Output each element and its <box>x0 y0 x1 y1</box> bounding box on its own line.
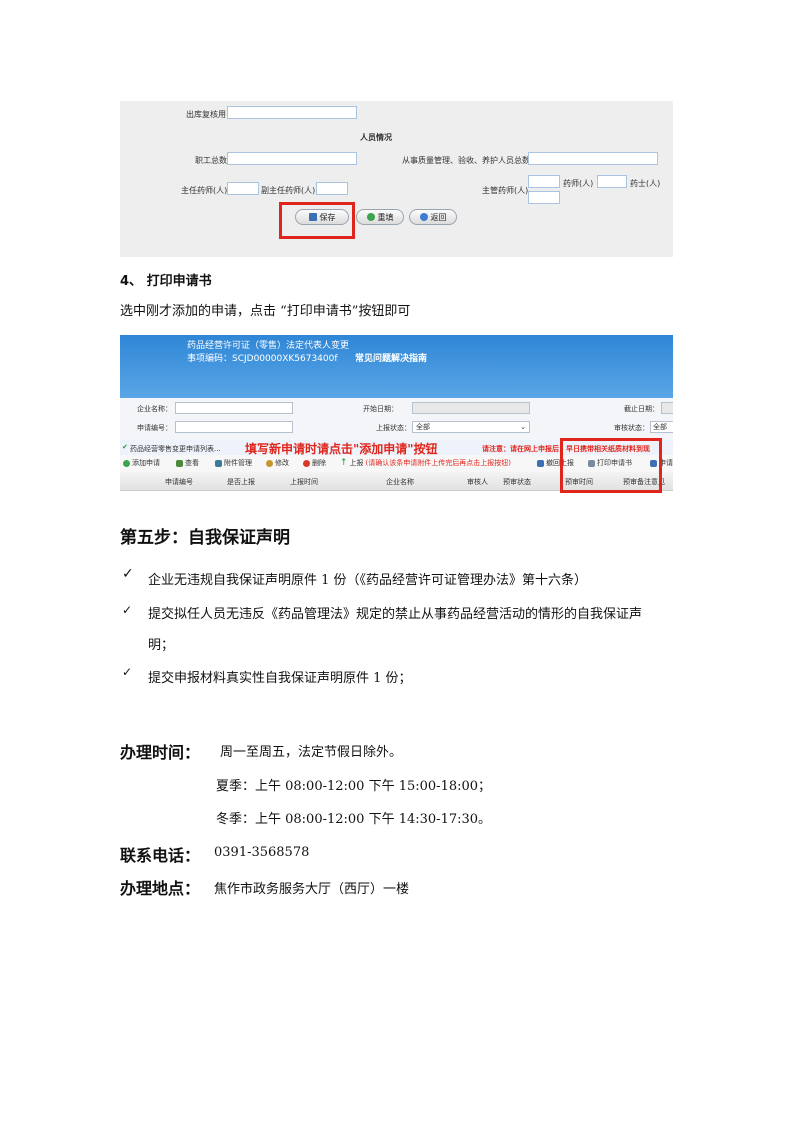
refresh-icon <box>366 213 375 221</box>
outbound-input[interactable] <box>227 106 357 119</box>
declaration-item-2: 提交拟任人员无违反《药品管理法》规定的禁止从事药品经营活动的情形的自我保证声 <box>148 607 643 622</box>
deputy-chief-pharmacist-input[interactable] <box>316 182 348 195</box>
step4-heading: 4、 打印申请书 <box>120 274 212 289</box>
edit-icon <box>266 459 273 467</box>
supervising-pharmacist-label: 主管药师(人) <box>482 186 529 195</box>
list-header-code: 事项编码：SCJD00000XK5673400f <box>187 354 338 364</box>
list-header: 药品经营许可证（零售）法定代表人变更 事项编码：SCJD00000XK56734… <box>120 335 673 398</box>
delete-button[interactable]: 删除 <box>303 458 326 468</box>
refill-button-label: 重填 <box>377 212 394 222</box>
back-arrow-icon <box>419 213 428 221</box>
summer-hours: 夏季：上午 08:00-12:00 下午 15:00-18:00； <box>216 779 492 794</box>
back-button[interactable]: 返回 <box>409 209 457 225</box>
declaration-item-1: 企业无违规自我保证声明原件 1 份（《药品经营许可证管理办法》第十六条） <box>148 573 588 588</box>
save-highlight-box <box>279 202 355 239</box>
edit-button[interactable]: 修改 <box>266 458 289 468</box>
col-is-reported[interactable]: 是否上报 <box>227 477 255 487</box>
winter-hours: 冬季：上午 08:00-12:00 下午 14:30-17:30。 <box>216 812 492 827</box>
staff-total-label: 职工总数 <box>195 156 227 165</box>
step5-heading: 第五步：自我保证声明 <box>120 528 290 548</box>
add-application-button[interactable]: 添加申请 <box>123 458 160 468</box>
refill-button[interactable]: 重填 <box>356 209 404 225</box>
company-name-label: 企业名称： <box>137 405 172 413</box>
view-icon <box>176 459 183 467</box>
personnel-section-title: 人员情况 <box>360 133 392 142</box>
declaration-item-3: 提交申报材料真实性自我保证声明原件 1 份； <box>148 671 412 686</box>
attachment-button[interactable]: 附件管理 <box>215 458 252 468</box>
col-apply-no[interactable]: 申请编号 <box>165 477 193 487</box>
print-highlight-box <box>560 438 662 493</box>
chief-pharmacist-input[interactable] <box>227 182 259 195</box>
supervising-pharmacist-input[interactable] <box>528 175 560 188</box>
review-status-value: 全部 <box>653 423 667 431</box>
report-status-label: 上报状态： <box>376 424 411 432</box>
col-prereview-status[interactable]: 预审状态 <box>503 477 531 487</box>
apply-no-label: 申请编号： <box>137 424 172 432</box>
col-reviewer[interactable]: 审核人 <box>467 477 488 487</box>
company-name-input[interactable] <box>175 402 293 414</box>
address-label: 办理地点： <box>120 879 201 898</box>
start-date-input[interactable] <box>412 402 530 414</box>
staff-total-input[interactable] <box>227 152 357 165</box>
review-status-select[interactable]: 全部 <box>650 421 673 433</box>
phone-number: 0391-3568578 <box>214 845 310 860</box>
report-status-value: 全部 <box>416 423 430 431</box>
pharmacist-input[interactable] <box>597 175 627 188</box>
start-date-label: 开始日期： <box>363 405 398 413</box>
qc-total-label: 从事质量管理、验收、养护人员总数 <box>402 156 530 165</box>
col-company-name[interactable]: 企业名称 <box>386 477 414 487</box>
check-mark-icon: ✓ <box>122 603 133 617</box>
view-button[interactable]: 查看 <box>176 458 199 468</box>
check-mark-icon: ✓ <box>122 566 134 582</box>
pharmacist-label: 药师(人) <box>563 179 594 188</box>
report-button[interactable]: ↑ 上报 (请确认该条申请附件上传完后再点击上报按钮) <box>340 458 511 468</box>
add-application-label: 添加申请 <box>132 459 160 467</box>
end-date-input[interactable] <box>661 402 673 414</box>
attachment-icon <box>215 459 222 467</box>
undo-icon <box>537 459 544 467</box>
outbound-label: 出库复核用 <box>186 110 226 119</box>
chief-pharmacist-label: 主任药师(人) <box>181 186 228 195</box>
up-arrow-icon: ↑ <box>340 458 348 468</box>
back-button-label: 返回 <box>430 212 447 222</box>
qc-total-input[interactable] <box>528 152 658 165</box>
attachment-label: 附件管理 <box>224 459 252 467</box>
pharmacy-assistant-label: 药士(人) <box>630 179 661 188</box>
col-report-time[interactable]: 上报时间 <box>290 477 318 487</box>
phone-label: 联系电话： <box>120 846 201 865</box>
report-label: 上报 <box>349 459 364 467</box>
end-date-label: 截止日期： <box>624 405 659 413</box>
edit-label: 修改 <box>275 459 289 467</box>
faq-link[interactable]: 常见问题解决指南 <box>355 351 427 364</box>
list-title: 药品经营零售变更申请列表... <box>130 445 221 453</box>
address-value: 焦作市政务服务大厅（西厅）一楼 <box>214 882 410 897</box>
apply-no-input[interactable] <box>175 421 293 433</box>
check-icon: ✔ <box>122 443 128 451</box>
plus-icon <box>123 459 130 467</box>
view-label: 查看 <box>185 459 199 467</box>
deputy-chief-pharmacist-label: 副主任药师(人) <box>261 186 316 195</box>
step4-instruction: 选中刚才添加的申请，点击 “打印申请书”按钮即可 <box>120 304 411 319</box>
delete-icon <box>303 459 310 467</box>
list-screenshot: 药品经营许可证（零售）法定代表人变更 事项编码：SCJD00000XK56734… <box>120 335 673 495</box>
supervising-pharmacist-input-2[interactable] <box>528 191 560 204</box>
report-status-select[interactable]: 全部 ⌄ <box>412 421 530 433</box>
check-mark-icon: ✓ <box>122 665 133 679</box>
declaration-item-2-cont: 明； <box>148 638 175 653</box>
office-hours-label: 办理时间： <box>120 743 201 762</box>
report-hint: (请确认该条申请附件上传完后再点击上报按钮) <box>365 459 512 467</box>
filter-panel: 企业名称： 开始日期： 截止日期： 申请编号： 上报状态： 全部 ⌄ 审核状态：… <box>120 398 673 440</box>
review-status-label: 审核状态： <box>614 424 649 432</box>
chevron-down-icon: ⌄ <box>520 423 526 431</box>
list-header-title: 药品经营许可证（零售）法定代表人变更 <box>187 341 350 351</box>
office-hours-weekdays: 周一至周五，法定节假日除外。 <box>220 745 403 760</box>
delete-label: 删除 <box>312 459 326 467</box>
form-screenshot: 出库复核用 人员情况 职工总数 从事质量管理、验收、养护人员总数 主任药师(人)… <box>120 101 673 257</box>
